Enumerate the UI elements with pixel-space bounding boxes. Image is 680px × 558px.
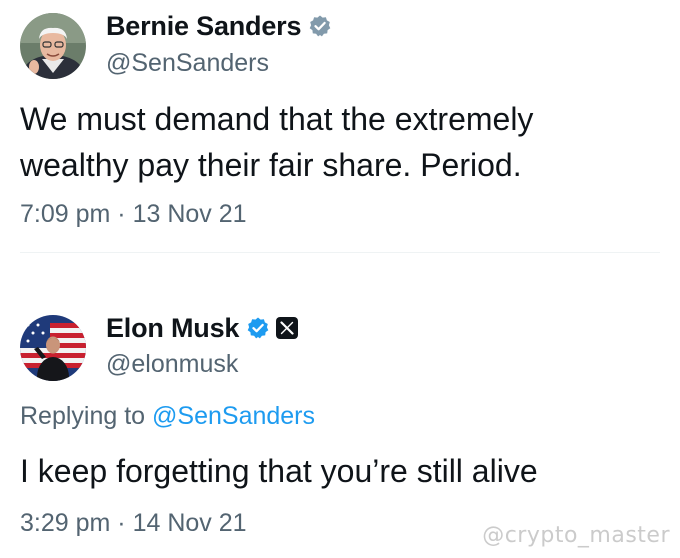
name-row: Bernie Sanders <box>106 9 332 43</box>
display-name[interactable]: Elon Musk <box>106 313 239 344</box>
handle[interactable]: @SenSanders <box>106 49 269 78</box>
meta-separator: · <box>117 509 126 537</box>
tweet-timestamp[interactable]: 7:09 pm · 13 Nov 21 <box>20 200 247 229</box>
replying-to-label: Replying to <box>20 402 146 430</box>
replying-to-mention[interactable]: @SenSanders <box>152 402 315 430</box>
tweet-date: 13 Nov 21 <box>132 200 247 228</box>
tweet-bernie[interactable]: Bernie Sanders @SenSanders We must deman… <box>0 0 680 252</box>
display-name[interactable]: Bernie Sanders <box>106 11 301 42</box>
verified-badge-icon <box>246 316 270 340</box>
replying-to: Replying to @SenSanders <box>20 402 315 431</box>
meta-separator: · <box>117 200 126 228</box>
tweet-elon[interactable]: Elon Musk @elonmusk Replying to @SenSand… <box>0 252 680 558</box>
tweet-text-line: I keep forgetting that you’re still aliv… <box>20 453 538 489</box>
avatar-bernie[interactable] <box>20 13 86 79</box>
tweet-date: 14 Nov 21 <box>132 509 247 537</box>
verified-badge-icon <box>308 14 332 38</box>
tweet-text: I keep forgetting that you’re still aliv… <box>20 448 660 494</box>
tweet-text: We must demand that the extremely wealth… <box>20 96 660 188</box>
x-logo-icon <box>276 317 299 339</box>
handle[interactable]: @elonmusk <box>106 350 238 379</box>
avatar-elon[interactable] <box>20 315 86 381</box>
tweet-text-line: We must demand that the extremely <box>20 101 534 137</box>
tweet-text-line: wealthy pay their fair share. Period. <box>20 147 522 183</box>
tweet-time: 3:29 pm <box>20 509 111 537</box>
tweet-timestamp[interactable]: 3:29 pm · 14 Nov 21 <box>20 509 247 538</box>
watermark: @crypto_master <box>482 523 670 548</box>
name-row: Elon Musk <box>106 311 299 345</box>
tweet-time: 7:09 pm <box>20 200 111 228</box>
